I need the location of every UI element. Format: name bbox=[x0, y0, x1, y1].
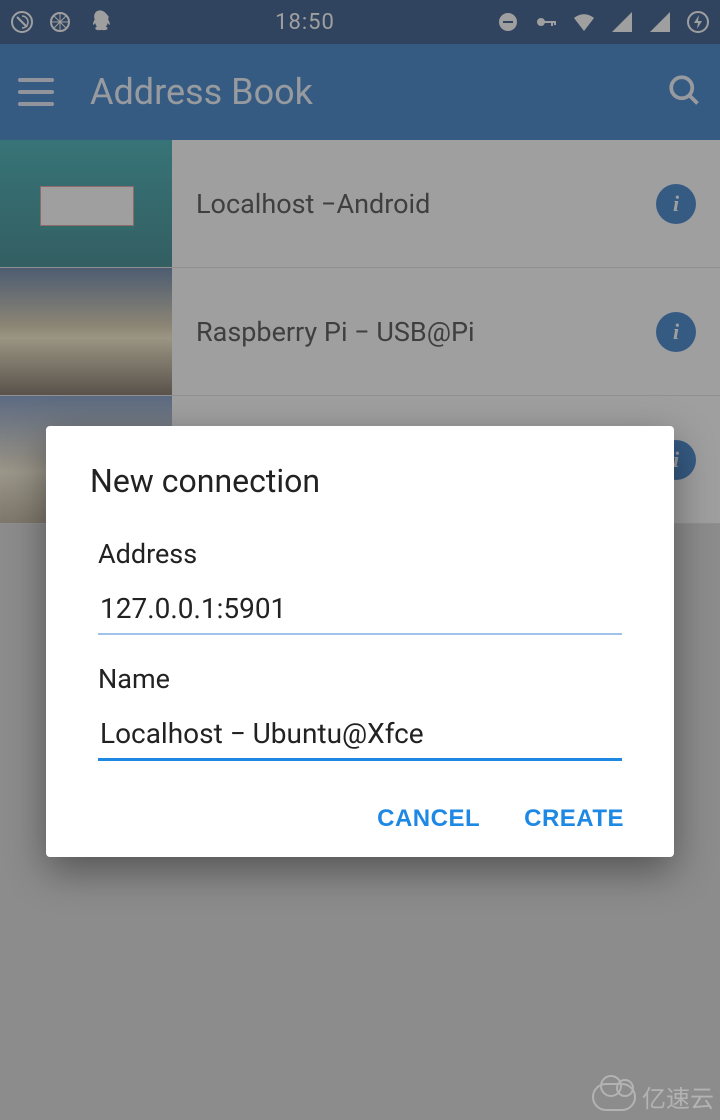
watermark: 亿速云 bbox=[592, 1079, 714, 1114]
dialog-title: New connection bbox=[90, 462, 630, 500]
name-field: Name bbox=[98, 663, 622, 761]
cancel-button[interactable]: CANCEL bbox=[377, 805, 480, 833]
dialog-actions: CANCEL CREATE bbox=[90, 805, 630, 833]
create-button[interactable]: CREATE bbox=[524, 805, 624, 833]
name-input[interactable] bbox=[98, 711, 622, 761]
watermark-text: 亿速云 bbox=[642, 1079, 714, 1114]
modal-overlay[interactable]: New connection Address Name CANCEL CREAT… bbox=[0, 0, 720, 1120]
address-field: Address bbox=[98, 538, 622, 635]
cloud-icon bbox=[592, 1083, 636, 1111]
new-connection-dialog: New connection Address Name CANCEL CREAT… bbox=[46, 426, 674, 857]
address-label: Address bbox=[98, 538, 622, 570]
address-input[interactable] bbox=[98, 586, 622, 635]
name-label: Name bbox=[98, 663, 622, 695]
